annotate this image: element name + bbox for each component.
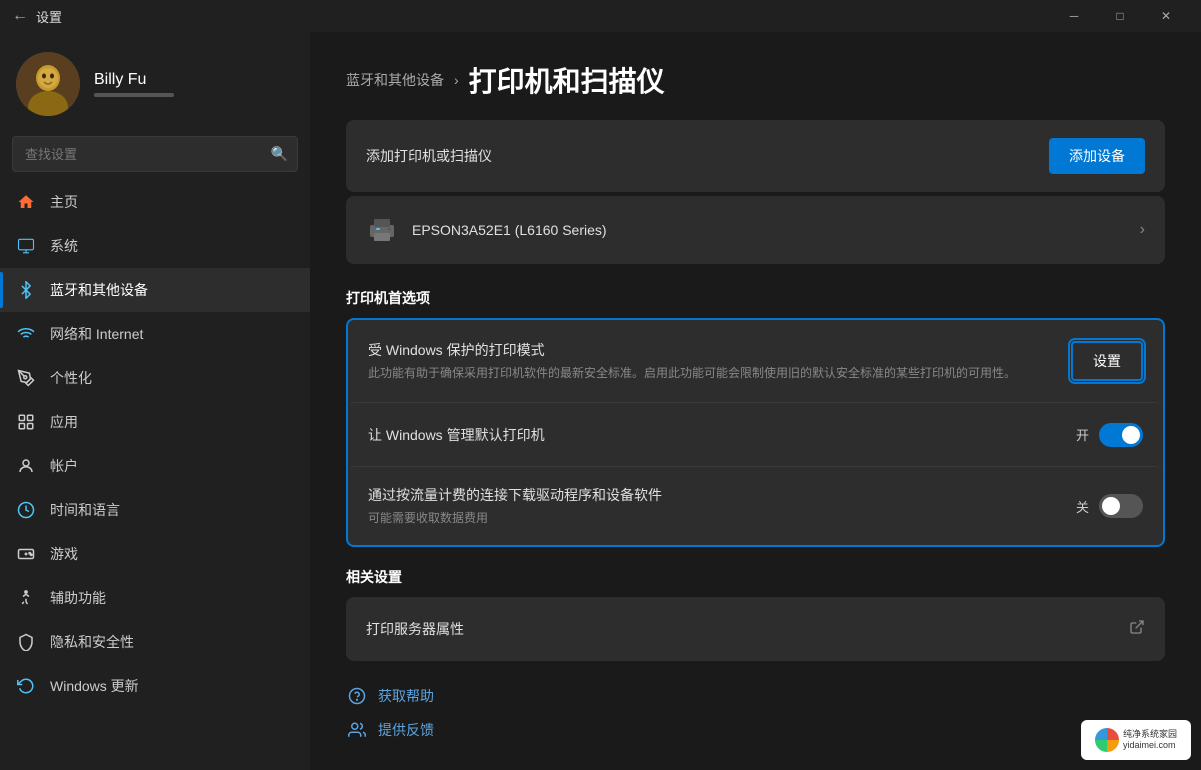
- manage-default-row: 让 Windows 管理默认打印机 开: [348, 402, 1163, 466]
- breadcrumb: 蓝牙和其他设备 › 打印机和扫描仪: [346, 60, 1165, 100]
- print-server-row[interactable]: 打印服务器属性: [346, 597, 1165, 661]
- metered-connection-title: 通过按流量计费的连接下载驱动程序和设备软件: [368, 485, 1076, 505]
- back-button[interactable]: ←: [12, 7, 28, 25]
- feedback-label: 提供反馈: [378, 720, 434, 740]
- apps-icon: [16, 412, 36, 432]
- main-container: Billy Fu 🔍 主页 系统: [0, 32, 1201, 770]
- windows-protection-settings-button[interactable]: 设置: [1071, 341, 1143, 381]
- printer-icon: [366, 214, 398, 246]
- gaming-icon: [16, 544, 36, 564]
- home-icon: [16, 192, 36, 212]
- search-box: 🔍: [12, 136, 298, 172]
- related-settings-title: 相关设置: [346, 567, 1165, 587]
- minimize-button[interactable]: ─: [1051, 0, 1097, 32]
- time-icon: [16, 500, 36, 520]
- breadcrumb-separator: ›: [454, 72, 459, 88]
- printer-name: EPSON3A52E1 (L6160 Series): [412, 222, 1140, 238]
- sidebar-item-update[interactable]: Windows 更新: [0, 664, 310, 708]
- sidebar-item-bluetooth[interactable]: 蓝牙和其他设备: [0, 268, 310, 312]
- nav-list: 主页 系统 蓝牙和其他设备 网络和 Internet: [0, 180, 310, 708]
- chevron-right-icon: ›: [1140, 221, 1145, 239]
- content-area: 蓝牙和其他设备 › 打印机和扫描仪 添加打印机或扫描仪 添加设备: [310, 32, 1201, 770]
- windows-protection-row: 受 Windows 保护的打印模式 此功能有助于确保采用打印机软件的最新安全标准…: [348, 320, 1163, 402]
- manage-default-toggle[interactable]: [1099, 423, 1143, 447]
- add-printer-label: 添加打印机或扫描仪: [366, 146, 1049, 166]
- metered-connection-desc: 可能需要收取数据费用: [368, 509, 1076, 527]
- related-settings-card: 打印服务器属性: [346, 597, 1165, 661]
- external-link-icon: [1129, 619, 1145, 640]
- add-printer-row: 添加打印机或扫描仪 添加设备: [346, 120, 1165, 192]
- sidebar-item-gaming[interactable]: 游戏: [0, 532, 310, 576]
- printer-preferences-title: 打印机首选项: [346, 288, 1165, 308]
- windows-protection-title: 受 Windows 保护的打印模式: [368, 340, 1051, 360]
- metered-toggle-label: 关: [1076, 497, 1089, 516]
- watermark-text: 纯净系统家园 yidaimei.com: [1123, 729, 1177, 751]
- get-help-label: 获取帮助: [378, 686, 434, 706]
- bluetooth-icon: [16, 280, 36, 300]
- user-info: Billy Fu: [94, 71, 174, 97]
- update-icon: [16, 676, 36, 696]
- add-printer-card: 添加打印机或扫描仪 添加设备: [346, 120, 1165, 192]
- metered-connection-row: 通过按流量计费的连接下载驱动程序和设备软件 可能需要收取数据费用 关: [348, 466, 1163, 545]
- system-icon: [16, 236, 36, 256]
- personalize-icon: [16, 368, 36, 388]
- titlebar-left: ← 设置: [12, 7, 62, 26]
- search-input[interactable]: [12, 136, 298, 172]
- privacy-icon: [16, 632, 36, 652]
- add-device-button[interactable]: 添加设备: [1049, 138, 1145, 174]
- metered-toggle-thumb: [1102, 497, 1120, 515]
- user-status-bar: [94, 93, 174, 97]
- epson-printer-row[interactable]: EPSON3A52E1 (L6160 Series) ›: [346, 196, 1165, 264]
- windows-protection-card: 受 Windows 保护的打印模式 此功能有助于确保采用打印机软件的最新安全标准…: [346, 318, 1165, 547]
- accessibility-icon: [16, 588, 36, 608]
- sidebar-item-network[interactable]: 网络和 Internet: [0, 312, 310, 356]
- sidebar-item-accessibility[interactable]: 辅助功能: [0, 576, 310, 620]
- feedback-icon: [346, 719, 368, 741]
- titlebar: ← 设置 ─ □ ✕: [0, 0, 1201, 32]
- sidebar-item-apps[interactable]: 应用: [0, 400, 310, 444]
- epson-printer-card: EPSON3A52E1 (L6160 Series) ›: [346, 196, 1165, 264]
- titlebar-title: 设置: [36, 7, 62, 26]
- metered-connection-toggle[interactable]: [1099, 494, 1143, 518]
- toggle-thumb: [1122, 426, 1140, 444]
- sidebar-item-privacy[interactable]: 隐私和安全性: [0, 620, 310, 664]
- page-header: 蓝牙和其他设备 › 打印机和扫描仪: [310, 32, 1201, 120]
- watermark-logo: [1095, 728, 1119, 752]
- user-name: Billy Fu: [94, 71, 174, 89]
- search-icon: 🔍: [271, 146, 288, 163]
- get-help-link[interactable]: 获取帮助: [346, 685, 1165, 707]
- accounts-icon: [16, 456, 36, 476]
- watermark: 纯净系统家园 yidaimei.com: [1081, 720, 1191, 760]
- feedback-link[interactable]: 提供反馈: [346, 719, 1165, 741]
- help-links: 获取帮助 提供反馈: [346, 685, 1165, 741]
- maximize-button[interactable]: □: [1097, 0, 1143, 32]
- content-inner: 添加打印机或扫描仪 添加设备: [310, 120, 1201, 770]
- breadcrumb-parent[interactable]: 蓝牙和其他设备: [346, 70, 444, 90]
- get-help-icon: [346, 685, 368, 707]
- user-profile[interactable]: Billy Fu: [0, 32, 310, 136]
- sidebar-item-time[interactable]: 时间和语言: [0, 488, 310, 532]
- close-button[interactable]: ✕: [1143, 0, 1189, 32]
- print-server-title: 打印服务器属性: [366, 619, 1129, 639]
- sidebar: Billy Fu 🔍 主页 系统: [0, 32, 310, 770]
- manage-default-toggle-label: 开: [1076, 425, 1089, 444]
- windows-protection-desc: 此功能有助于确保采用打印机软件的最新安全标准。启用此功能可能会限制使用旧的默认安…: [368, 364, 1051, 382]
- page-title: 打印机和扫描仪: [469, 60, 665, 100]
- sidebar-item-accounts[interactable]: 帐户: [0, 444, 310, 488]
- sidebar-item-personalize[interactable]: 个性化: [0, 356, 310, 400]
- sidebar-item-home[interactable]: 主页: [0, 180, 310, 224]
- manage-default-title: 让 Windows 管理默认打印机: [368, 425, 1076, 445]
- titlebar-controls: ─ □ ✕: [1051, 0, 1189, 32]
- network-icon: [16, 324, 36, 344]
- avatar: [16, 52, 80, 116]
- sidebar-item-system[interactable]: 系统: [0, 224, 310, 268]
